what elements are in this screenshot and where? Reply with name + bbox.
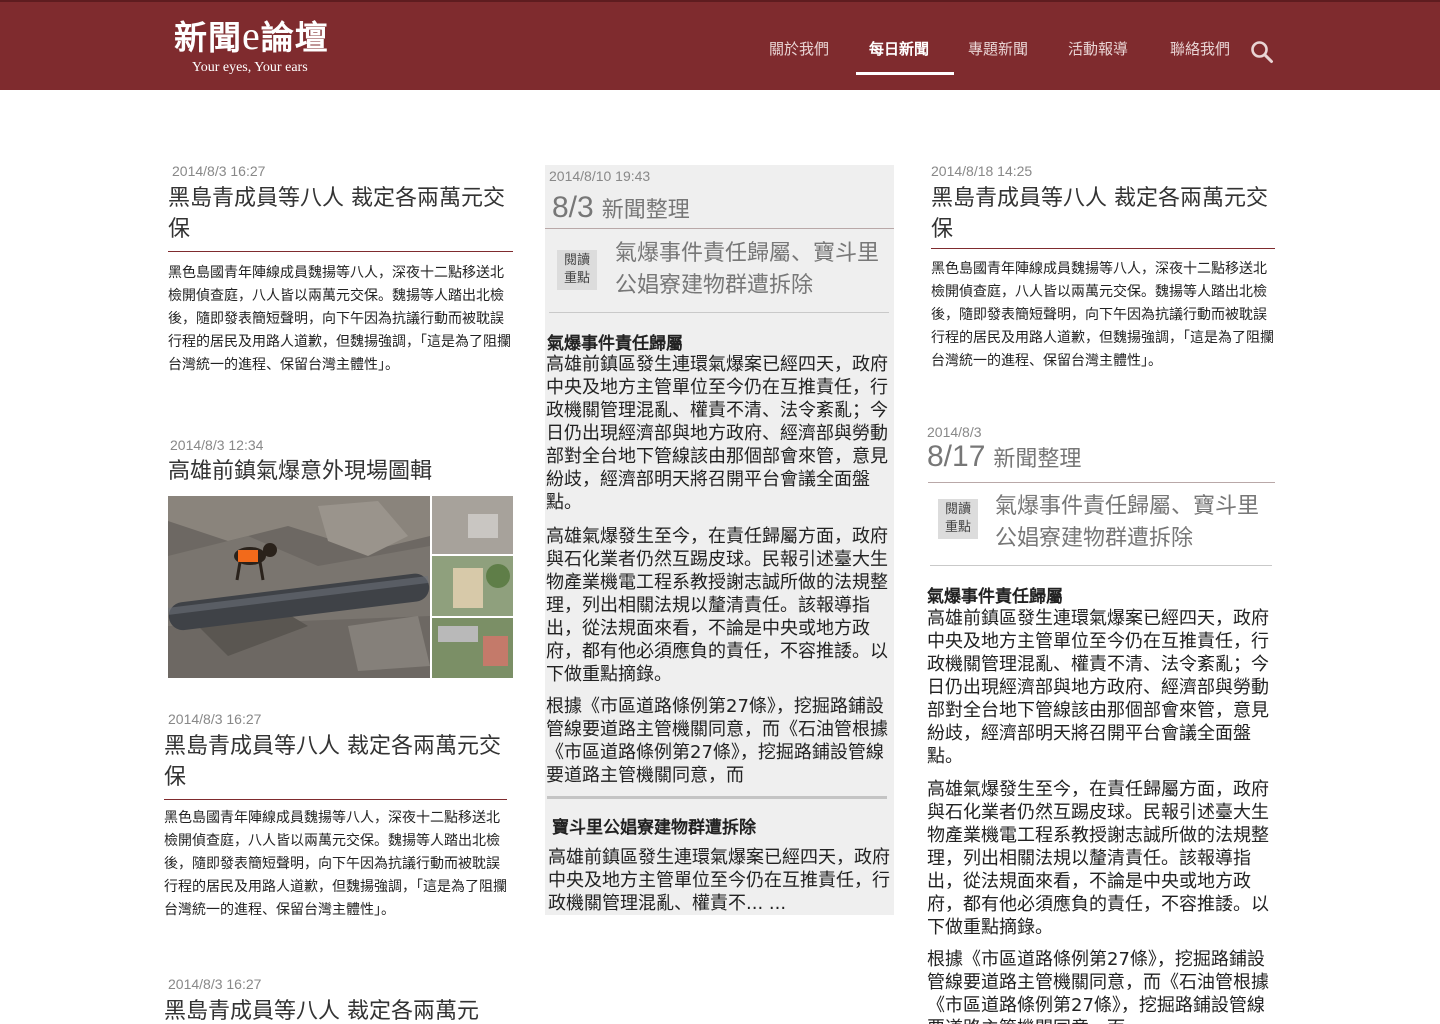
photo-gallery-card[interactable]: 2014/8/3 12:34 高雄前鎮氣爆意外現場圖輯 xyxy=(168,437,513,678)
digest-paragraph: 根據《市區道路條例第27條》，挖掘路鋪設管線要道路主管機關同意，而《石油管根據《… xyxy=(927,949,1269,1024)
digest-paragraph: 高雄前鎮區發生連環氣爆案已經四天，政府中央及地方主管單位至今仍在互推責任，行政機… xyxy=(546,354,888,513)
news-card[interactable]: 2014/8/3 16:27 黑島青成員等八人 裁定各兩萬元 xyxy=(164,976,509,1024)
digest-paragraph: 高雄氣爆發生至今，在責任歸屬方面，政府與石化業者仍然互踢皮球。民報引述臺大生物產… xyxy=(546,526,888,685)
news-excerpt: 黑色島國青年陣線成員魏揚等八人，深夜十二點移送北檢開偵查庭，八人皆以兩萬元交保。… xyxy=(164,810,507,918)
divider xyxy=(931,248,1275,249)
divider xyxy=(168,251,513,252)
news-date: 2014/8/18 14:25 xyxy=(931,163,1033,179)
digest-paragraph: 高雄氣爆發生至今，在責任歸屬方面，政府與石化業者仍然互踢皮球。民報引述臺大生物產… xyxy=(927,779,1269,938)
news-title[interactable]: 黑島青成員等八人 裁定各兩萬元交保 xyxy=(168,183,513,245)
digest-date-big: 8/3 xyxy=(552,191,594,224)
digest-highlight-title[interactable]: 氣爆事件責任歸屬、寶斗里公娼寮建物群遭拆除 xyxy=(995,491,1275,555)
read-highlights-badge: 閱讀 重點 xyxy=(557,250,597,290)
divider xyxy=(549,312,889,313)
news-date: 2014/8/3 16:27 xyxy=(168,976,262,992)
digest-title: 8/3 新聞整理 xyxy=(552,191,690,225)
digest-highlight-title[interactable]: 氣爆事件責任歸屬、寶斗里公娼寮建物群遭拆除 xyxy=(615,238,890,302)
main-nav: 關於我們 每日新聞 專題新聞 活動報導 聯絡我們 xyxy=(0,38,1440,78)
nav-about[interactable]: 關於我們 xyxy=(769,38,829,59)
search-icon[interactable] xyxy=(1250,40,1274,64)
nav-feature-news[interactable]: 專題新聞 xyxy=(968,38,1028,59)
news-title[interactable]: 黑島青成員等八人 裁定各兩萬元 xyxy=(164,996,509,1024)
news-date: 2014/8/3 16:27 xyxy=(168,711,262,727)
nav-contact[interactable]: 聯絡我們 xyxy=(1170,38,1230,59)
section-title: 氣爆事件責任歸屬 xyxy=(927,587,1063,607)
news-digest-card[interactable]: 2014/8/3 8/17 新聞整理 閱讀 重點 氣爆事件責任歸屬、寶斗里公娼寮建物… xyxy=(926,424,1276,1024)
digest-label: 新聞整理 xyxy=(993,447,1082,472)
active-nav-indicator xyxy=(856,72,954,75)
digest-date: 2014/8/10 19:43 xyxy=(549,168,651,184)
news-excerpt: 黑色島國青年陣線成員魏揚等八人，深夜十二點移送北檢開偵查庭，八人皆以兩萬元交保。… xyxy=(931,261,1274,369)
news-excerpt: 黑色島國青年陣線成員魏揚等八人，深夜十二點移送北檢開偵查庭，八人皆以兩萬元交保。… xyxy=(168,265,511,373)
site-header: 新聞e論壇 Your eyes, Your ears 關於我們 每日新聞 專題新… xyxy=(0,0,1440,90)
digest-paragraph: 高雄前鎮區發生連環氣爆案已經四天，政府中央及地方主管單位至今仍在互推責任，行政機… xyxy=(927,608,1269,767)
news-title[interactable]: 黑島青成員等八人 裁定各兩萬元交保 xyxy=(931,183,1276,245)
digest-paragraph: 高雄前鎮區發生連環氣爆案已經四天，政府中央及地方主管單位至今仍在互推責任，行政機… xyxy=(548,847,890,914)
divider xyxy=(547,796,887,799)
digest-paragraph: 根據《市區道路條例第27條》，挖掘路鋪設管線要道路主管機關同意，而《石油管根據《… xyxy=(546,696,888,786)
news-card[interactable]: 2014/8/3 16:27 黑島青成員等八人 裁定各兩萬元交保 黑色島國青年陣… xyxy=(168,163,513,377)
read-highlights-badge: 閱讀 重點 xyxy=(938,499,978,539)
gallery-photo[interactable] xyxy=(168,496,513,678)
divider xyxy=(928,482,1275,483)
divider xyxy=(164,799,507,800)
section-title: 寶斗里公娼寮建物群遭拆除 xyxy=(552,818,756,838)
news-date: 2014/8/3 12:34 xyxy=(170,437,264,453)
nav-events[interactable]: 活動報導 xyxy=(1068,38,1128,59)
section-title: 氣爆事件責任歸屬 xyxy=(547,334,683,354)
news-title[interactable]: 黑島青成員等八人 裁定各兩萬元交保 xyxy=(164,731,509,793)
news-date: 2014/8/3 16:27 xyxy=(172,163,266,179)
divider xyxy=(545,228,894,229)
news-digest-card[interactable]: 2014/8/10 19:43 8/3 新聞整理 閱讀 重點 氣爆事件責任歸屬、寶斗… xyxy=(545,165,894,915)
divider xyxy=(930,565,1272,566)
news-card[interactable]: 2014/8/3 16:27 黑島青成員等八人 裁定各兩萬元交保 黑色島國青年陣… xyxy=(164,711,509,922)
news-card[interactable]: 2014/8/18 14:25 黑島青成員等八人 裁定各兩萬元交保 黑色島國青年… xyxy=(931,163,1276,373)
nav-daily-news[interactable]: 每日新聞 xyxy=(869,38,929,59)
digest-date: 2014/8/3 xyxy=(927,424,982,440)
news-title[interactable]: 高雄前鎮氣爆意外現場圖輯 xyxy=(168,456,513,487)
digest-title: 8/17 新聞整理 xyxy=(927,440,1081,474)
digest-label: 新聞整理 xyxy=(601,198,690,223)
digest-date-big: 8/17 xyxy=(927,440,986,473)
